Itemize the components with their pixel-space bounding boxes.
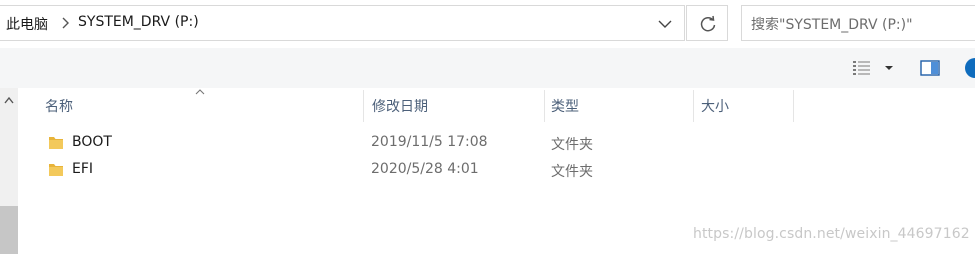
details-view-icon[interactable] <box>852 60 872 76</box>
chevron-down-icon[interactable] <box>656 16 674 32</box>
view-toolbar <box>0 48 975 88</box>
column-header-modified[interactable]: 修改日期 <box>372 96 428 116</box>
file-name: BOOT <box>72 134 112 150</box>
file-row[interactable]: EFI 2020/5/28 4:01 文件夹 <box>20 157 975 183</box>
file-modified: 2019/11/5 17:08 <box>371 134 488 150</box>
preview-pane-icon[interactable] <box>920 59 940 77</box>
folder-icon <box>49 164 63 176</box>
column-divider[interactable] <box>793 90 794 122</box>
view-dropdown-icon[interactable] <box>884 64 894 72</box>
column-divider[interactable] <box>363 90 364 122</box>
scroll-up-icon[interactable] <box>4 96 14 104</box>
breadcrumb-this-pc[interactable]: 此电脑 <box>6 14 48 34</box>
address-bar[interactable]: 此电脑 SYSTEM_DRV (P:) <box>0 5 685 41</box>
sort-ascending-icon <box>195 89 205 95</box>
file-row[interactable]: BOOT 2019/11/5 17:08 文件夹 <box>20 130 975 156</box>
title-toolbar: 此电脑 SYSTEM_DRV (P:) 搜索"SYSTEM_DRV (P:)" <box>0 0 975 48</box>
file-name: EFI <box>72 161 94 177</box>
refresh-button[interactable] <box>686 5 728 41</box>
column-header-name[interactable]: 名称 <box>45 96 73 116</box>
column-header-size[interactable]: 大小 <box>701 96 729 116</box>
help-icon[interactable] <box>965 58 975 78</box>
watermark-text: https://blog.csdn.net/weixin_44697162 <box>693 226 970 242</box>
column-divider[interactable] <box>544 90 545 122</box>
chevron-right-icon[interactable] <box>59 16 71 30</box>
scrollbar-thumb[interactable] <box>0 206 18 254</box>
file-type: 文件夹 <box>551 164 593 180</box>
refresh-icon <box>700 15 716 32</box>
file-modified: 2020/5/28 4:01 <box>371 161 479 177</box>
breadcrumb-drive[interactable]: SYSTEM_DRV (P:) <box>78 14 199 30</box>
search-box[interactable]: 搜索"SYSTEM_DRV (P:)" <box>741 5 975 41</box>
file-type: 文件夹 <box>551 137 593 153</box>
column-header-type[interactable]: 类型 <box>551 96 579 116</box>
folder-icon <box>49 137 63 149</box>
search-input[interactable]: 搜索"SYSTEM_DRV (P:)" <box>751 14 913 34</box>
column-divider[interactable] <box>693 90 694 122</box>
